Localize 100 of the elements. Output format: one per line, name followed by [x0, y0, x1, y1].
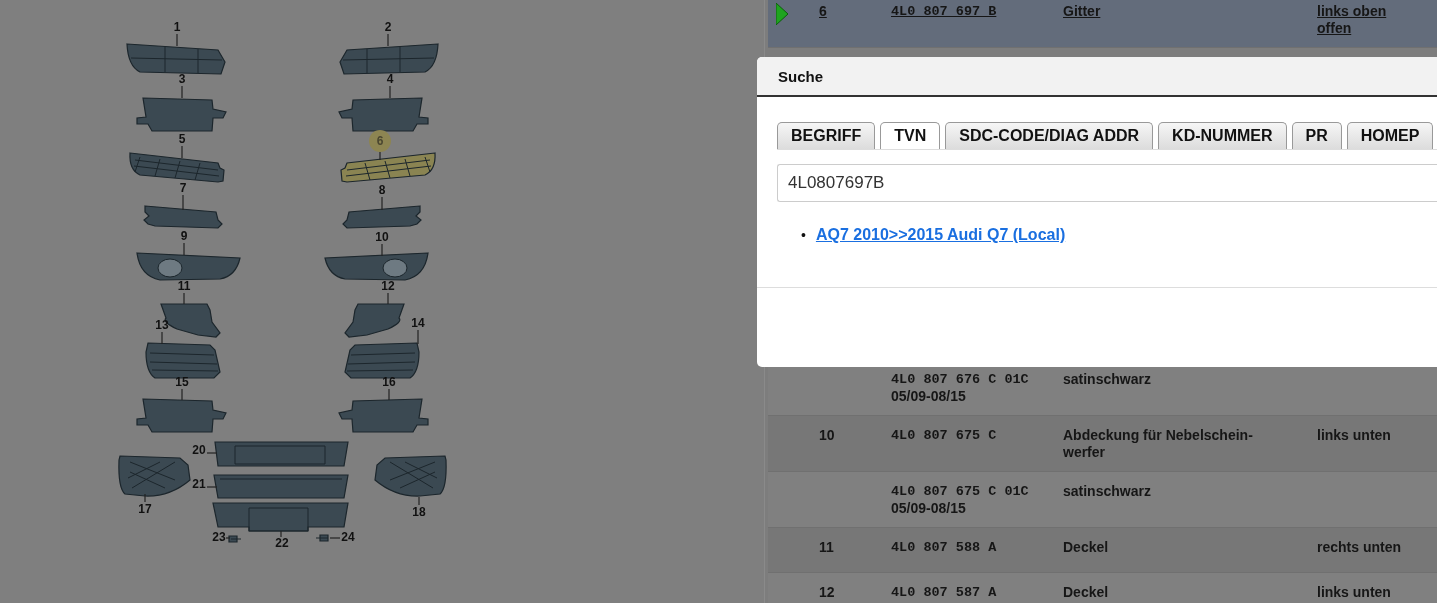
search-tab[interactable]: HOMEP: [1346, 122, 1434, 149]
part-drawing[interactable]: [129, 152, 225, 183]
callout-number[interactable]: 20: [192, 443, 206, 457]
search-tab[interactable]: SDC-CODE/DIAG ADDR: [945, 122, 1154, 149]
table-row[interactable]: 11 4L0 807 588 A Deckel rechts unten: [768, 528, 1437, 573]
callout-number[interactable]: 23: [212, 530, 226, 544]
part-drawing[interactable]: [136, 97, 227, 132]
part-drawing[interactable]: [338, 398, 429, 433]
search-tab[interactable]: BEGRIFF: [777, 122, 876, 149]
callout-number[interactable]: 21: [192, 477, 206, 491]
part-drawing[interactable]: [344, 342, 420, 379]
callout-number[interactable]: 9: [180, 229, 188, 243]
part-drawing[interactable]: [342, 205, 422, 229]
date-range: 05/09-08/15: [891, 500, 967, 517]
leader-line: [381, 243, 383, 257]
table-cell-text: Deckel: [1063, 539, 1110, 557]
table-cell-text: 4L0 807 587 A: [891, 584, 998, 601]
callout-number[interactable]: 7: [179, 181, 187, 195]
part-drawing[interactable]: [126, 43, 226, 75]
callout-number[interactable]: 4: [386, 72, 394, 86]
part-drawing[interactable]: [212, 502, 349, 532]
callout-number[interactable]: 24: [341, 530, 355, 544]
leader-line: [381, 196, 383, 211]
part-drawing[interactable]: [374, 455, 447, 497]
table-cell-text: 4L0 807 697 B: [891, 3, 998, 21]
leader-line: [206, 486, 218, 488]
triangle-icon: [776, 3, 788, 25]
leader-line: [388, 388, 390, 401]
table-cell-text: 6: [819, 3, 828, 21]
table-cell-text: Abdeckung für Nebelschein-werfer: [1063, 427, 1254, 461]
leader-line: [387, 292, 389, 305]
part-drawing[interactable]: [340, 152, 436, 183]
table-cell-text: 4L0 807 675 C: [891, 427, 998, 444]
leader-line: [418, 496, 420, 506]
table-cell-text: satinschwarz: [1063, 483, 1152, 501]
search-tab[interactable]: KD-NUMMER: [1158, 122, 1287, 149]
bullet: •: [801, 227, 806, 243]
search-tab[interactable]: PR: [1291, 122, 1342, 149]
part-drawing[interactable]: [344, 303, 405, 338]
table-cell-text: links unten: [1317, 427, 1392, 445]
table-cell-text: 4L0 807 676 C 01C: [891, 371, 1030, 388]
result-link[interactable]: AQ7 2010>>2015 Audi Q7 (Local): [815, 226, 1066, 244]
leader-line: [183, 292, 185, 305]
callout-number[interactable]: 15: [175, 375, 189, 389]
part-drawing[interactable]: [228, 535, 242, 543]
leader-line: [206, 452, 218, 454]
leader-line: [417, 329, 419, 345]
part-drawing[interactable]: [145, 342, 221, 379]
callout-number[interactable]: 3: [178, 72, 186, 86]
part-drawing[interactable]: [324, 252, 429, 281]
leader-line: [329, 537, 341, 539]
callout-number[interactable]: 6: [369, 130, 391, 152]
part-drawing[interactable]: [143, 205, 223, 229]
table-cell-text: Gitter: [1063, 3, 1102, 21]
callout-number[interactable]: 17: [138, 502, 152, 516]
part-drawing[interactable]: [213, 474, 349, 499]
leader-line: [280, 530, 282, 538]
part-drawing[interactable]: [214, 441, 349, 467]
table-cell-text: links unten: [1317, 584, 1392, 602]
leader-line: [389, 85, 391, 99]
part-drawing[interactable]: [315, 534, 329, 542]
search-tab[interactable]: TVN: [880, 122, 941, 149]
leader-line: [181, 85, 183, 99]
search-field[interactable]: 4L0807697B: [777, 164, 1437, 202]
part-drawing[interactable]: [136, 252, 241, 281]
table-cell-text: Deckel: [1063, 584, 1110, 602]
leader-line: [182, 194, 184, 211]
part-drawing[interactable]: [338, 97, 429, 132]
callout-number[interactable]: 18: [412, 505, 426, 519]
callout-number[interactable]: 2: [384, 20, 392, 34]
callout-number[interactable]: 1: [173, 20, 181, 34]
table-cell-text: rechts unten: [1317, 539, 1402, 557]
callout-number[interactable]: 10: [375, 230, 389, 244]
leader-line: [183, 242, 185, 256]
table-row[interactable]: 6 4L0 807 697 B Gitter links oben offen: [768, 0, 1437, 48]
callout-number[interactable]: 5: [178, 132, 186, 146]
callout-number[interactable]: 8: [378, 183, 386, 197]
part-drawing[interactable]: [118, 455, 191, 497]
part-drawing[interactable]: [136, 398, 227, 433]
leader-line: [181, 388, 183, 401]
leader-line: [379, 151, 381, 161]
table-cell-text: 4L0 807 588 A: [891, 539, 998, 556]
part-drawing[interactable]: [339, 43, 439, 75]
table-cell-text: links oben offen: [1317, 3, 1388, 37]
table-row[interactable]: 10 4L0 807 675 C Abdeckung für Nebelschein-werfer links unten: [768, 416, 1437, 472]
leader-line: [387, 33, 389, 47]
dialog-title: Suche: [778, 67, 823, 85]
callout-number[interactable]: 11: [177, 279, 191, 293]
table-cell-text: 12: [819, 584, 836, 602]
table-cell-text: 10: [819, 427, 836, 445]
callout-number[interactable]: 22: [275, 536, 289, 550]
table-cell-text: 11: [819, 539, 835, 557]
callout-number[interactable]: 13: [155, 318, 169, 332]
callout-number[interactable]: 16: [382, 375, 396, 389]
callout-number[interactable]: 14: [411, 316, 425, 330]
callout-number[interactable]: 12: [381, 279, 395, 293]
leader-line: [181, 145, 183, 159]
table-cell-text: satinschwarz: [1063, 371, 1152, 389]
leader-line: [176, 33, 178, 47]
date-range: 05/09-08/15: [891, 388, 967, 405]
